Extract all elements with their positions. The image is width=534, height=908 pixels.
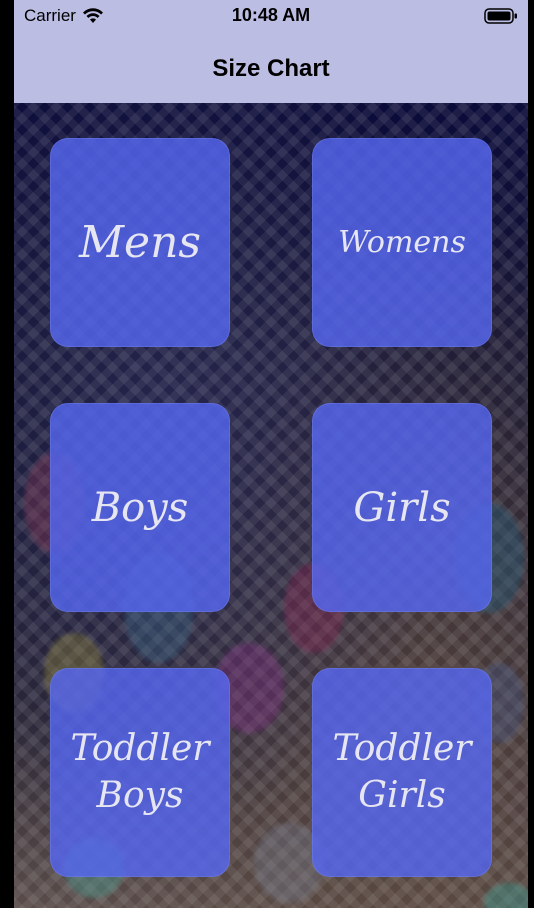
battery-icon <box>484 8 517 24</box>
tile-mens[interactable]: Mens <box>50 138 230 347</box>
navigation-bar: Size Chart <box>14 34 528 103</box>
page-title: Size Chart <box>212 54 330 82</box>
tile-label: Toddler Boys <box>70 727 210 816</box>
tile-girls[interactable]: Girls <box>312 403 492 612</box>
tile-label: Boys <box>91 484 189 531</box>
status-bar: Carrier 10:48 AM <box>14 0 528 34</box>
tile-boys[interactable]: Boys <box>50 403 230 612</box>
app-screen: Carrier 10:48 AM Size Chart Mens Womens … <box>0 0 534 908</box>
tile-toddler-girls[interactable]: Toddler Girls <box>312 668 492 877</box>
tile-label: Mens <box>78 216 201 268</box>
battery-area <box>484 8 518 28</box>
tile-toddler-boys[interactable]: Toddler Boys <box>50 668 230 877</box>
status-time: 10:48 AM <box>231 5 311 25</box>
tile-label: Toddler Girls <box>332 727 472 816</box>
tile-label: Girls <box>353 484 451 531</box>
tile-womens[interactable]: Womens <box>312 138 492 347</box>
tile-label: Womens <box>338 225 466 260</box>
